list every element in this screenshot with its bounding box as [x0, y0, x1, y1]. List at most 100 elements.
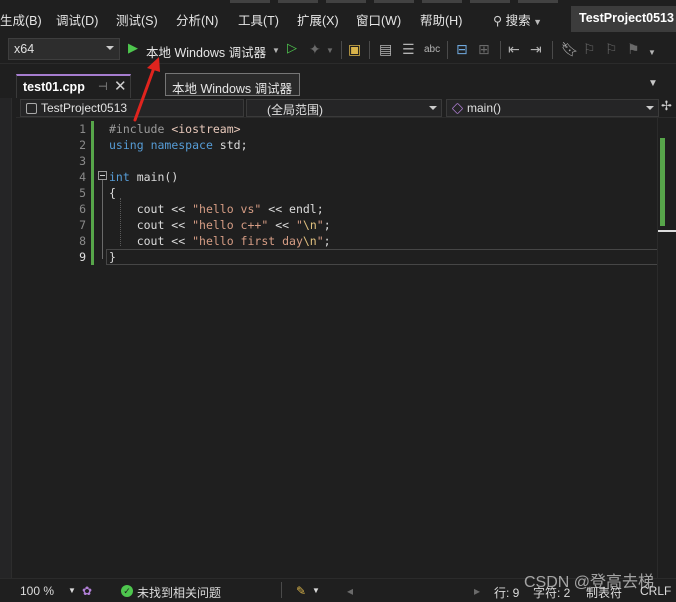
- scope-dropdown[interactable]: (全局范围): [246, 99, 442, 117]
- code-line: int main(): [109, 170, 179, 184]
- bookmark-next-icon: ⚐: [605, 41, 618, 57]
- status-separator: [281, 582, 282, 598]
- tooltip: 本地 Windows 调试器: [165, 73, 300, 96]
- code-line: cout << "hello vs" << endl;: [109, 202, 324, 216]
- project-title[interactable]: TestProject0513: [571, 6, 676, 32]
- menu-window[interactable]: 窗口(W): [356, 10, 401, 29]
- pin-icon[interactable]: ⊣: [98, 80, 108, 93]
- split-editor-icon[interactable]: ✢: [661, 98, 672, 114]
- scope-dropdown-value: (全局范围): [267, 103, 323, 117]
- indent-icon[interactable]: ⇤: [508, 41, 520, 57]
- run-dropdown-icon[interactable]: ▼: [272, 43, 280, 59]
- member-dropdown[interactable]: main(): [446, 99, 659, 117]
- scroll-right-icon[interactable]: ▸: [474, 584, 480, 598]
- code-line: using namespace std;: [109, 138, 248, 152]
- left-tool-strip: [0, 74, 12, 578]
- line-number: 5: [79, 186, 86, 200]
- change-indicator: [91, 121, 94, 265]
- toolbar: x64 ▶ 本地 Windows 调试器 ▼ ▷ ✦ ▼ ▣ ▤ ☰ abc ⊟…: [0, 36, 676, 64]
- code-line: {: [109, 186, 116, 200]
- hot-reload-icon[interactable]: ✦: [309, 41, 321, 57]
- code-line: }: [109, 250, 116, 264]
- line-number: 2: [79, 138, 86, 152]
- menu-help[interactable]: 帮助(H): [420, 10, 462, 29]
- navigation-bar: TestProject0513 (全局范围) main() ✢: [16, 98, 676, 118]
- watermark: CSDN @登高去梯: [524, 574, 655, 591]
- code-editor[interactable]: 1 2 3 4 5 6 7 8 9 #include <iostream> usi…: [16, 118, 658, 578]
- menu-bar: 生成(B) 调试(D) 测试(S) 分析(N) 工具(T) 扩展(X) 窗口(W…: [0, 0, 676, 36]
- menu-build[interactable]: 生成(B): [0, 10, 42, 29]
- toolbar-separator: [500, 41, 501, 59]
- bookmark-icon[interactable]: 🔖︎: [561, 41, 579, 57]
- line-number: 4: [79, 170, 86, 184]
- member-dropdown-value: main(): [467, 101, 502, 115]
- step-disabled-icon: ⊞: [478, 41, 490, 57]
- toolbar-overflow-icon[interactable]: ▼: [648, 45, 656, 61]
- menu-extensions[interactable]: 扩展(X): [297, 10, 339, 29]
- method-icon: [451, 102, 464, 115]
- menu-test[interactable]: 测试(S): [116, 10, 158, 29]
- menu-analyze[interactable]: 分析(N): [176, 10, 218, 29]
- platform-value: x64: [14, 42, 35, 56]
- scroll-left-icon[interactable]: ◂: [347, 584, 353, 598]
- line-number: 6: [79, 202, 86, 216]
- project-dropdown-value: TestProject0513: [41, 101, 128, 115]
- zoom-level[interactable]: 100 %: [20, 584, 54, 598]
- comment-icon[interactable]: ☰: [402, 41, 415, 57]
- toolbar-separator: [341, 41, 342, 59]
- line-numbers: 1 2 3 4 5 6 7 8 9: [56, 121, 86, 265]
- close-icon[interactable]: ✕: [114, 77, 127, 95]
- line-number: 9: [79, 250, 86, 264]
- tab-list-dropdown-icon[interactable]: ▼: [648, 78, 658, 89]
- brush-dropdown-icon[interactable]: ▼: [312, 586, 320, 595]
- check-circle-icon: ✓: [121, 585, 133, 597]
- menu-debug[interactable]: 调试(D): [56, 10, 98, 29]
- spellcheck-icon[interactable]: abc: [424, 42, 440, 58]
- line-number: 3: [79, 154, 86, 168]
- zoom-dropdown-icon[interactable]: ▼: [68, 586, 76, 595]
- search-icon: ⚲: [493, 14, 506, 28]
- hot-reload-dropdown-icon[interactable]: ▼: [326, 43, 334, 59]
- toolbar-separator: [369, 41, 370, 59]
- copilot-icon[interactable]: ✿: [82, 584, 92, 598]
- brush-icon[interactable]: ✎: [296, 584, 306, 598]
- chevron-down-icon: ▼: [530, 17, 543, 27]
- line-number: 1: [79, 122, 86, 136]
- search-label: 搜索: [505, 14, 531, 28]
- chevron-down-icon: [106, 46, 114, 50]
- folder-icon[interactable]: ▣: [348, 41, 361, 57]
- search-button[interactable]: ⚲ 搜索 ▼: [493, 10, 542, 29]
- fold-line: [102, 180, 103, 259]
- platform-select[interactable]: x64: [8, 38, 120, 60]
- title-strip: [230, 0, 560, 3]
- toolbar-separator: [447, 41, 448, 59]
- code-text[interactable]: #include <iostream> using namespace std; i…: [109, 121, 331, 265]
- menu-tools[interactable]: 工具(T): [238, 10, 279, 29]
- start-without-debugging-icon[interactable]: ▷: [287, 40, 297, 56]
- issues-status[interactable]: 未找到相关问题: [137, 584, 221, 601]
- annotation-arrow: [133, 57, 160, 122]
- outdent-icon[interactable]: ⇥: [530, 41, 542, 57]
- code-line: cout << "hello first day\n";: [109, 234, 331, 248]
- scrollbar-caret-marker: [658, 230, 676, 232]
- play-icon[interactable]: ▶: [128, 40, 138, 56]
- tab-test01-cpp[interactable]: test01.cpp ⊣ ✕: [16, 74, 131, 98]
- step-icon[interactable]: ⊟: [456, 41, 468, 57]
- scrollbar-change-marker: [660, 138, 665, 226]
- chevron-down-icon: [429, 106, 437, 110]
- vertical-scrollbar[interactable]: [657, 118, 676, 578]
- line-number: 8: [79, 234, 86, 248]
- tab-label: test01.cpp: [23, 80, 85, 94]
- line-indicator[interactable]: 行: 9: [494, 584, 519, 601]
- layout-icon[interactable]: ▤: [379, 41, 392, 57]
- line-number: 7: [79, 218, 86, 232]
- project-icon: [26, 103, 37, 114]
- bookmark-prev-icon: ⚐: [583, 41, 596, 57]
- code-line: cout << "hello c++" << "\n";: [109, 218, 331, 232]
- toolbar-separator: [552, 41, 553, 59]
- tab-bar: test01.cpp ⊣ ✕ ▼: [0, 74, 676, 98]
- bookmark-clear-icon: ⚑: [627, 41, 640, 57]
- collapse-icon[interactable]: [98, 171, 107, 180]
- chevron-down-icon: [646, 106, 654, 110]
